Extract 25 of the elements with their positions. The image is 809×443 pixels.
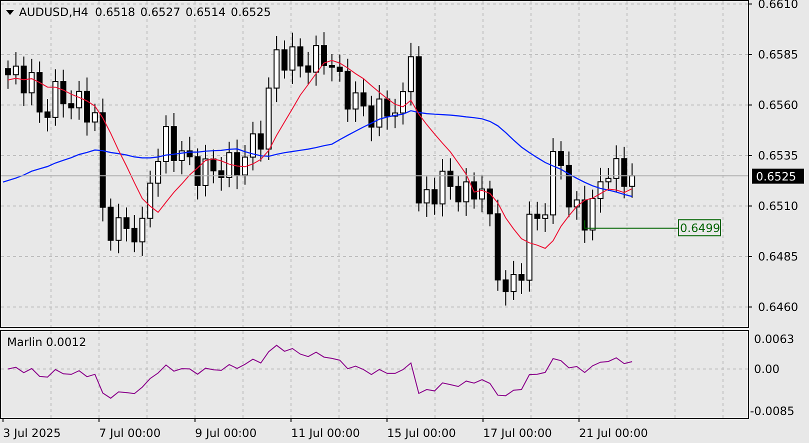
level-price-label: 0.6499 [678,219,721,236]
price-label: 0.6510 [758,199,798,213]
ohlc-value: 0.6514 [186,5,226,19]
indicator-title: Marlin 0.0012 [7,335,86,349]
indicator-axis-label: -0.0085 [750,404,794,418]
indicator-axis-label: 0.00 [754,362,780,376]
ohlc-value: 0.6525 [230,5,271,19]
time-label: 17 Jul 00:00 [483,426,552,440]
ohlc-value: 0.6518 [95,5,136,19]
dropdown-caret-icon[interactable] [6,10,14,15]
time-label: 7 Jul 00:00 [99,426,161,440]
time-label: 15 Jul 00:00 [387,426,456,440]
time-label: 21 Jul 00:00 [579,426,648,440]
ohlc-value: 0.6527 [140,5,180,19]
time-label: 9 Jul 00:00 [195,426,257,440]
time-label: 11 Jul 00:00 [291,426,360,440]
price-label: 0.6485 [758,250,798,264]
current-price-label: 0.6525 [752,168,804,184]
price-label: 0.6585 [758,48,798,62]
price-label: 0.6560 [758,98,798,112]
price-label: 0.6535 [758,148,798,162]
indicator-axis-label: 0.0063 [754,332,794,346]
price-label: 0.6460 [758,300,798,314]
time-label: 3 Jul 2025 [3,426,61,440]
symbol-label: AUDUSD,H4 [19,5,88,19]
